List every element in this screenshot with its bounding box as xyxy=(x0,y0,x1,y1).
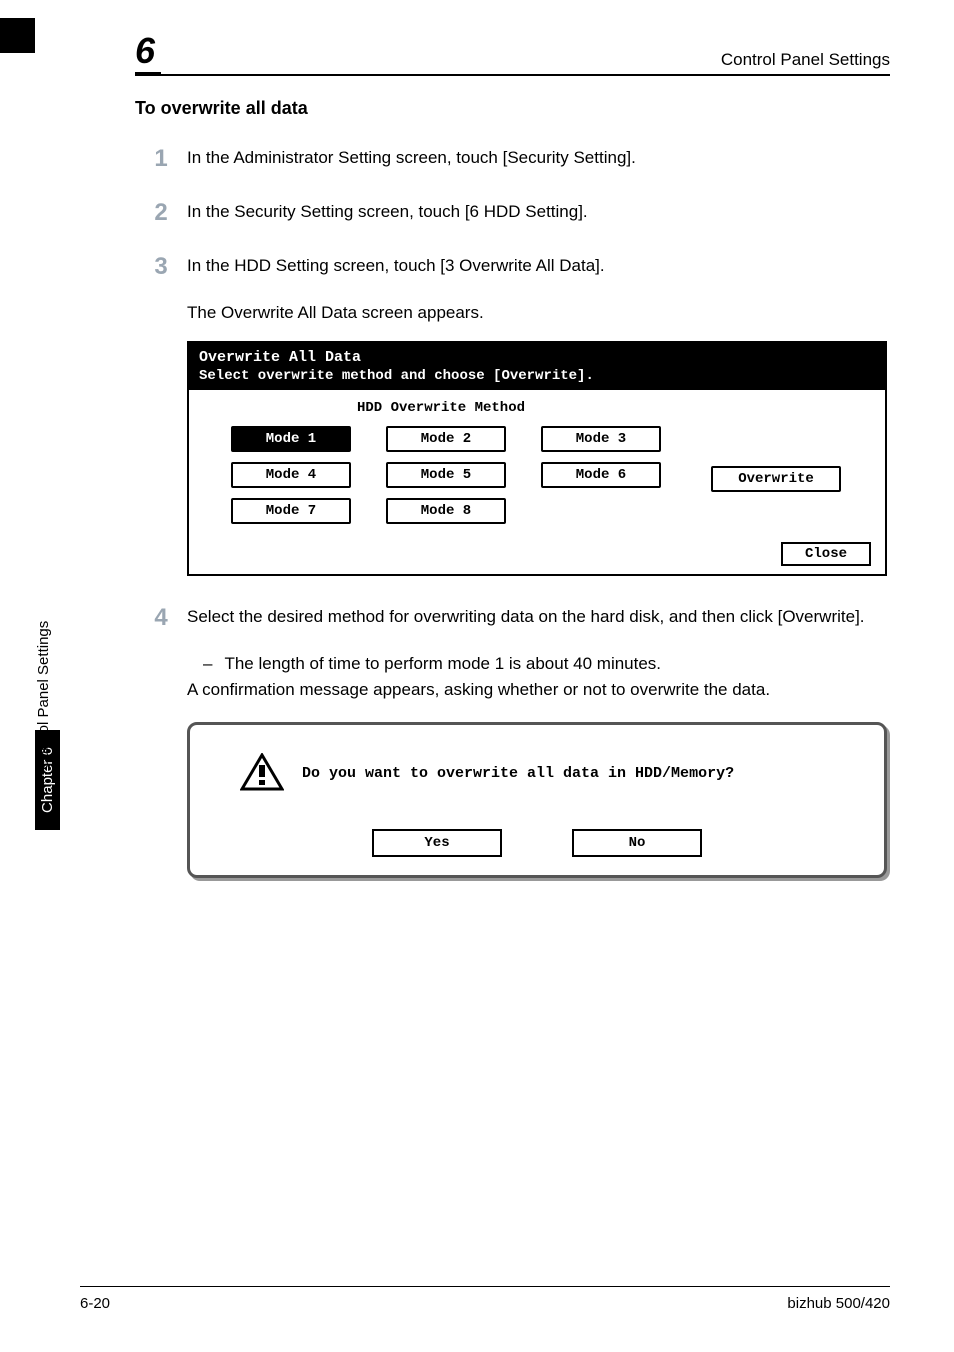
method-label: HDD Overwrite Method xyxy=(201,400,681,416)
step-3: 3 In the HDD Setting screen, touch [3 Ov… xyxy=(135,249,890,285)
step-4-followup: A confirmation message appears, asking w… xyxy=(187,680,890,700)
mode-2-button[interactable]: Mode 2 xyxy=(386,426,506,452)
step-number: 3 xyxy=(135,249,187,285)
step-text: Select the desired method for overwritin… xyxy=(187,600,890,630)
step-4: 4 Select the desired method for overwrit… xyxy=(135,600,890,636)
step-3-subtext: The Overwrite All Data screen appears. xyxy=(187,303,890,323)
mode-4-button[interactable]: Mode 4 xyxy=(231,462,351,488)
step-text: In the Administrator Setting screen, tou… xyxy=(187,141,890,171)
step-number: 4 xyxy=(135,600,187,636)
chapter-number: 6 xyxy=(135,30,161,76)
section-title: To overwrite all data xyxy=(135,98,890,119)
mode-3-button[interactable]: Mode 3 xyxy=(541,426,661,452)
page-header: 6 Control Panel Settings xyxy=(135,30,890,76)
dialog-text: Do you want to overwrite all data in HDD… xyxy=(302,765,734,782)
confirmation-dialog: Do you want to overwrite all data in HDD… xyxy=(187,722,887,878)
step-2: 2 In the Security Setting screen, touch … xyxy=(135,195,890,231)
dialog-yes-button[interactable]: Yes xyxy=(372,829,502,857)
screen-subtitle: Select overwrite method and choose [Over… xyxy=(189,368,885,390)
mode-8-button[interactable]: Mode 8 xyxy=(386,498,506,524)
step-text: In the Security Setting screen, touch [6… xyxy=(187,195,890,225)
close-button[interactable]: Close xyxy=(781,542,871,566)
page-tab xyxy=(0,18,35,53)
bullet-dash: – xyxy=(203,654,212,674)
overwrite-all-data-screen: Overwrite All Data Select overwrite meth… xyxy=(187,341,887,576)
overwrite-button[interactable]: Overwrite xyxy=(711,466,841,492)
warning-icon xyxy=(240,753,284,793)
sidebar-section: Control Panel Settings xyxy=(35,621,52,770)
step-number: 2 xyxy=(135,195,187,231)
mode-6-button[interactable]: Mode 6 xyxy=(541,462,661,488)
product-name: bizhub 500/420 xyxy=(787,1295,890,1312)
step-4-bullet: – The length of time to perform mode 1 i… xyxy=(187,654,890,674)
mode-1-button[interactable]: Mode 1 xyxy=(231,426,351,452)
step-text: In the HDD Setting screen, touch [3 Over… xyxy=(187,249,890,279)
dialog-no-button[interactable]: No xyxy=(572,829,702,857)
bullet-text: The length of time to perform mode 1 is … xyxy=(224,654,661,674)
page-number: 6-20 xyxy=(80,1295,110,1312)
mode-5-button[interactable]: Mode 5 xyxy=(386,462,506,488)
sidebar-section-label: Control Panel Settings xyxy=(35,621,52,770)
screen-title: Overwrite All Data xyxy=(189,343,885,368)
mode-7-button[interactable]: Mode 7 xyxy=(231,498,351,524)
page-title: Control Panel Settings xyxy=(721,50,890,70)
step-number: 1 xyxy=(135,141,187,177)
step-1: 1 In the Administrator Setting screen, t… xyxy=(135,141,890,177)
page-footer: 6-20 bizhub 500/420 xyxy=(80,1286,890,1312)
